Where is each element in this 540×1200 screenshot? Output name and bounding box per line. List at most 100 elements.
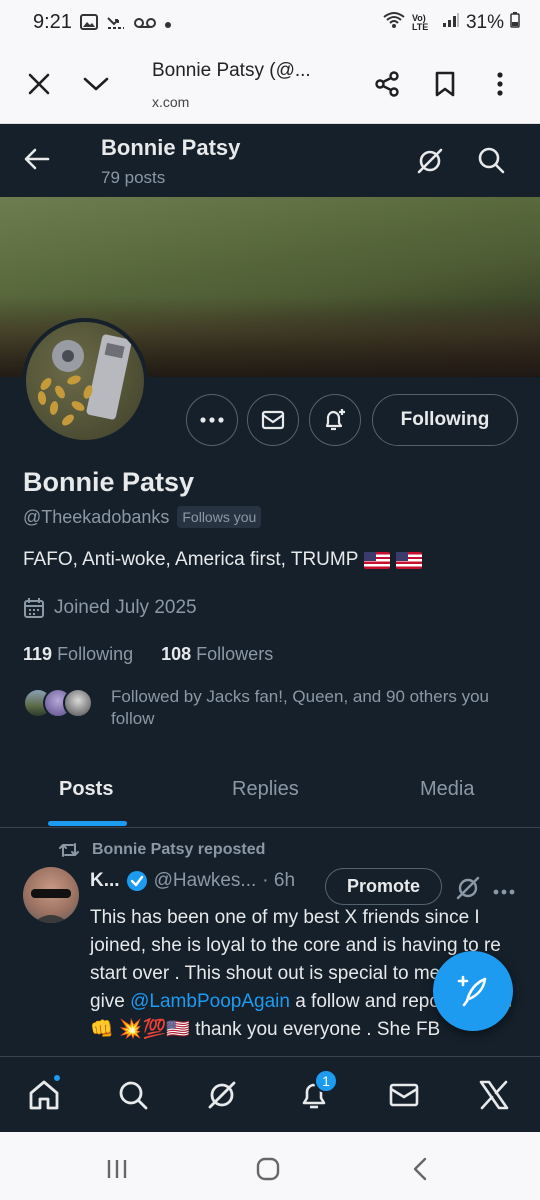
profile-handle: @Theekadobanks	[23, 506, 170, 527]
envelope-icon	[389, 1083, 419, 1107]
signal-icon	[442, 12, 460, 34]
avatar	[63, 688, 93, 718]
tweet-mention-link[interactable]: @LambPoopAgain	[130, 991, 290, 1012]
feather-plus-icon	[457, 975, 487, 1007]
home-new-dot	[52, 1073, 62, 1083]
followers-count: 108	[161, 644, 192, 664]
following-count-link[interactable]: 119 Following	[23, 644, 133, 665]
more-horizontal-icon	[200, 417, 224, 423]
recent-apps-icon	[107, 1160, 127, 1178]
status-time: 9:21	[33, 11, 72, 33]
nav-search[interactable]	[113, 1075, 153, 1115]
grok-icon	[456, 876, 480, 900]
home-square-icon	[256, 1157, 280, 1181]
system-navigation-bar	[0, 1132, 540, 1200]
more-options-button[interactable]	[186, 394, 238, 446]
tweet-header: K... @Hawkes... · 6h	[90, 870, 295, 892]
chevron-left-icon	[413, 1157, 427, 1181]
nav-home[interactable]	[24, 1073, 64, 1115]
collapse-button[interactable]	[78, 66, 114, 102]
grok-button[interactable]	[415, 146, 445, 181]
bookmark-button[interactable]	[427, 66, 463, 102]
bottom-navigation: 1	[0, 1056, 540, 1132]
home-icon	[29, 1080, 59, 1110]
followed-by-avatars	[23, 688, 93, 730]
joined-date: Joined July 2025	[54, 597, 197, 618]
profile-bio: FAFO, Anti-woke, America first, TRUMP	[23, 549, 423, 571]
repost-label: Bonnie Patsy reposted	[92, 841, 266, 858]
tweet-author-handle[interactable]: @Hawkes...	[154, 870, 257, 892]
tweet-author-avatar[interactable]	[23, 867, 79, 923]
followed-by-row[interactable]: Followed by Jacks fan!, Queen, and 90 ot…	[23, 686, 513, 730]
tweet-grok-button[interactable]	[455, 875, 481, 906]
grok-icon	[208, 1081, 236, 1109]
close-tab-button[interactable]	[21, 66, 57, 102]
envelope-icon	[261, 410, 285, 430]
browser-toolbar: Bonnie Patsy (@... x.com	[0, 46, 540, 124]
message-button[interactable]	[247, 394, 299, 446]
nav-messages[interactable]	[384, 1075, 424, 1115]
status-notification-icons	[80, 13, 172, 36]
recent-apps-button[interactable]	[102, 1154, 132, 1184]
chevron-down-icon	[83, 77, 109, 91]
notifications-badge: 1	[314, 1069, 338, 1093]
active-tab-indicator	[48, 821, 127, 826]
us-flag-icon	[396, 551, 423, 569]
back-button[interactable]	[22, 144, 52, 179]
header-profile-name: Bonnie Patsy	[101, 135, 241, 160]
search-icon	[119, 1081, 148, 1110]
promote-button[interactable]: Promote	[325, 868, 442, 905]
tab-media[interactable]: Media	[420, 778, 474, 801]
following-button[interactable]: Following	[372, 394, 518, 446]
tweet-more-button[interactable]	[493, 882, 515, 900]
profile-header-bar: Bonnie Patsy 79 posts	[0, 124, 540, 197]
dot-icon	[164, 16, 172, 34]
missed-call-icon	[106, 14, 126, 35]
joined-date-row: Joined July 2025	[23, 597, 197, 619]
status-bar: 9:21 Vo) LTE 31%	[0, 0, 540, 46]
search-button[interactable]	[476, 145, 506, 180]
nav-x[interactable]	[474, 1075, 514, 1115]
voicemail-icon	[134, 16, 156, 34]
gallery-icon	[80, 13, 98, 36]
subscribe-notifications-button[interactable]	[309, 394, 361, 446]
battery-icon	[510, 12, 520, 34]
header-post-count: 79 posts	[101, 168, 166, 187]
more-vertical-icon	[497, 72, 503, 96]
profile-tabs: Posts Replies Media	[0, 756, 540, 828]
followed-by-text: Followed by Jacks fan!, Queen, and 90 ot…	[111, 687, 490, 728]
home-system-button[interactable]	[253, 1154, 283, 1184]
status-right-icons: Vo) LTE 31%	[382, 11, 520, 35]
profile-avatar[interactable]	[22, 318, 148, 444]
tab-posts[interactable]: Posts	[59, 778, 113, 801]
us-flag-icon	[364, 551, 391, 569]
system-back-button[interactable]	[405, 1154, 435, 1184]
x-logo-icon	[479, 1080, 509, 1110]
browser-url: x.com	[152, 94, 190, 110]
profile-handle-row: @Theekadobanks Follows you	[23, 506, 262, 528]
wifi-icon	[382, 11, 406, 35]
repost-icon	[59, 843, 79, 857]
verified-badge-icon	[126, 871, 147, 891]
grok-icon	[417, 148, 443, 174]
bookmark-icon	[435, 71, 455, 97]
nav-grok[interactable]	[202, 1075, 242, 1115]
arrow-left-icon	[24, 148, 50, 170]
tab-replies[interactable]: Replies	[232, 778, 299, 801]
profile-name: Bonnie Patsy	[23, 467, 195, 497]
repost-indicator[interactable]: Bonnie Patsy reposted	[58, 841, 265, 859]
tweet-time[interactable]: · 6h	[262, 870, 295, 892]
browser-page-title: Bonnie Patsy (@...	[152, 60, 311, 81]
bio-text: FAFO, Anti-woke, America first, TRUMP	[23, 549, 359, 570]
tweet-author-name[interactable]: K...	[90, 870, 120, 892]
followers-count-link[interactable]: 108 Followers	[161, 644, 273, 665]
compose-post-button[interactable]	[433, 951, 513, 1031]
battery-level: 31%	[465, 12, 504, 33]
more-horizontal-icon	[493, 889, 515, 895]
browser-menu-button[interactable]	[482, 66, 518, 102]
calendar-icon	[24, 598, 44, 618]
share-button[interactable]	[369, 66, 405, 102]
profile-page: Bonnie Patsy 79 posts Following Bonnie P…	[0, 124, 540, 1056]
nav-notifications[interactable]: 1	[294, 1069, 338, 1115]
share-icon	[375, 71, 399, 97]
